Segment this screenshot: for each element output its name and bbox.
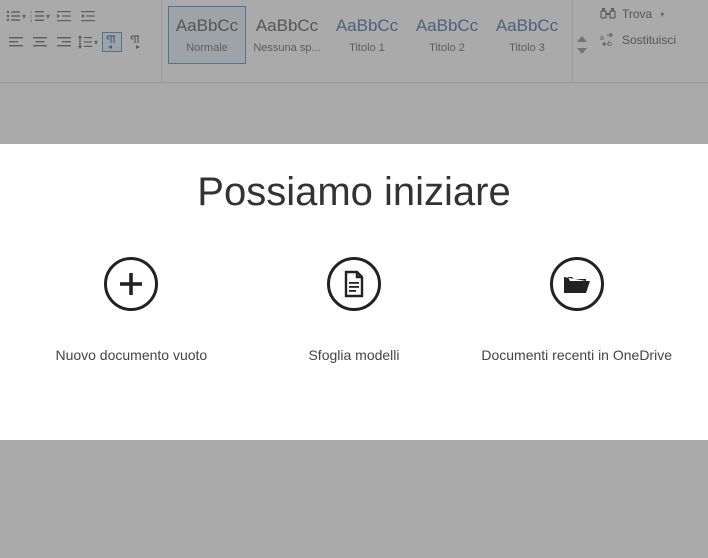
folder-open-icon — [550, 257, 604, 311]
start-panel: Possiamo iniziare Nuovo documento vuoto … — [0, 144, 708, 440]
browse-templates-option[interactable]: Sfoglia modelli — [243, 257, 466, 363]
browse-templates-label: Sfoglia modelli — [308, 347, 399, 363]
new-blank-document-option[interactable]: Nuovo documento vuoto — [20, 257, 243, 363]
new-blank-label: Nuovo documento vuoto — [55, 347, 207, 363]
start-title: Possiamo iniziare — [197, 170, 510, 215]
recent-onedrive-option[interactable]: Documenti recenti in OneDrive — [465, 257, 688, 363]
document-icon — [327, 257, 381, 311]
plus-icon — [104, 257, 158, 311]
start-options: Nuovo documento vuoto Sfoglia modelli Do… — [0, 257, 708, 363]
recent-onedrive-label: Documenti recenti in OneDrive — [481, 347, 672, 363]
